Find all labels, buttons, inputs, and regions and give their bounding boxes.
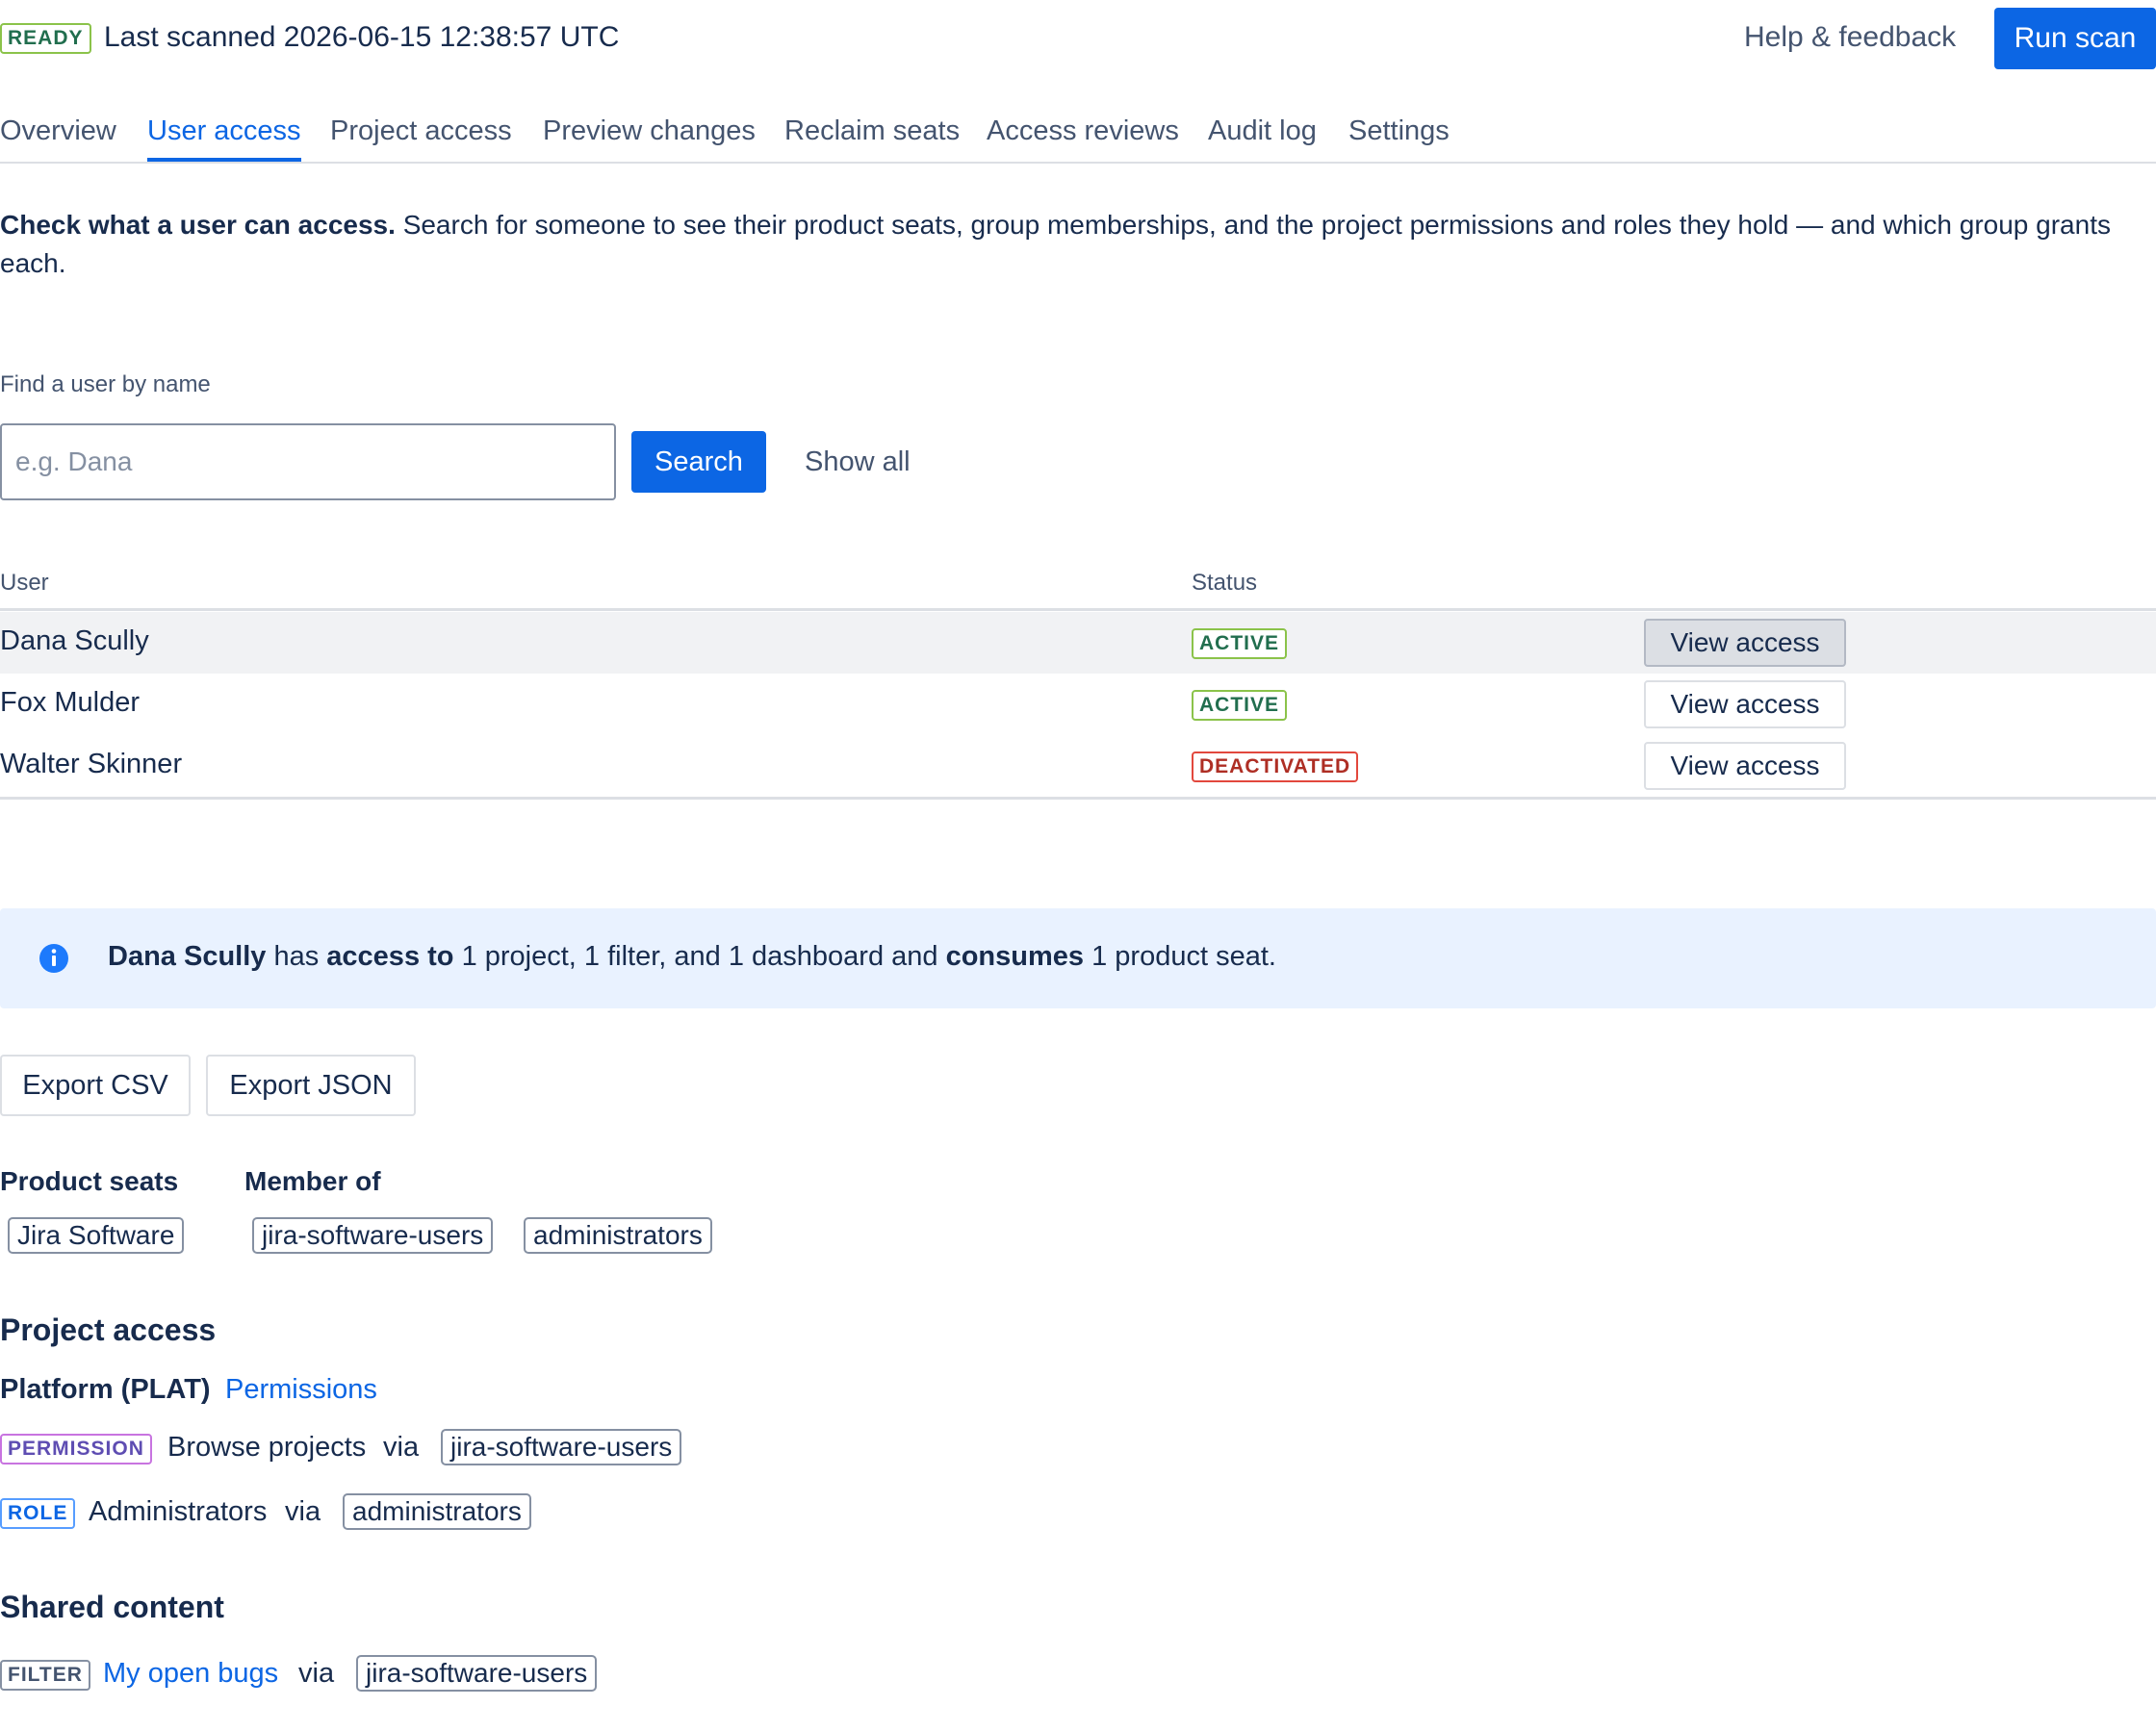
tab-settings[interactable]: Settings: [1348, 114, 1450, 160]
table-row[interactable]: Walter Skinner DEACTIVATED View access: [0, 735, 2156, 797]
last-scanned-text: Last scanned 2026-06-15 12:38:57 UTC: [104, 21, 620, 53]
tab-bar: Overview User access Project access Prev…: [0, 114, 2156, 164]
user-name: Dana Scully: [0, 625, 149, 656]
tab-preview-changes[interactable]: Preview changes: [543, 114, 756, 160]
table-header-divider: [0, 608, 2156, 611]
permission-name: Browse projects: [167, 1432, 367, 1463]
user-name: Walter Skinner: [0, 749, 183, 779]
permission-badge: PERMISSION: [0, 1434, 152, 1465]
show-all-button[interactable]: Show all: [805, 446, 911, 478]
group-chip: administrators: [524, 1217, 712, 1254]
project-access-heading: Project access: [0, 1312, 217, 1347]
export-csv-button[interactable]: Export CSV: [0, 1055, 191, 1116]
column-header-status: Status: [1192, 570, 1258, 596]
summary-user-name: Dana Scully: [108, 941, 267, 972]
table-row[interactable]: Dana Scully ACTIVE View access: [0, 612, 2156, 674]
summary-resources: 1 project, 1 filter, and 1 dashboard and: [461, 941, 938, 972]
access-summary-banner: Dana Scully has access to 1 project, 1 f…: [0, 908, 2156, 1008]
via-text: via: [285, 1496, 321, 1527]
view-access-button[interactable]: View access: [1644, 680, 1846, 728]
table-bottom-divider: [0, 797, 2156, 800]
run-scan-button[interactable]: Run scan: [1994, 8, 2156, 69]
search-button[interactable]: Search: [631, 431, 766, 493]
via-text: via: [298, 1658, 335, 1689]
summary-seats: 1 product seat.: [1091, 941, 1276, 972]
summary-has: has: [273, 941, 320, 972]
tab-access-reviews[interactable]: Access reviews: [987, 114, 1179, 160]
group-chip: jira-software-users: [441, 1429, 682, 1465]
product-seats-heading: Product seats: [0, 1166, 179, 1196]
group-chip: jira-software-users: [252, 1217, 494, 1254]
intro-text: Check what a user can access. Search for…: [0, 206, 2146, 283]
status-badge: ACTIVE: [1192, 628, 1288, 659]
status-badge: DEACTIVATED: [1192, 751, 1359, 782]
filter-link[interactable]: My open bugs: [103, 1658, 278, 1690]
tab-overview[interactable]: Overview: [0, 114, 116, 160]
role-badge: ROLE: [0, 1498, 76, 1529]
summary-consumes: consumes: [945, 941, 1085, 972]
project-name: Platform (PLAT): [0, 1374, 211, 1405]
tab-reclaim-seats[interactable]: Reclaim seats: [784, 114, 960, 160]
shared-content-heading: Shared content: [0, 1590, 224, 1624]
access-summary-text: Dana Scully has access to 1 project, 1 f…: [108, 941, 1276, 973]
user-access-page: READY Last scanned 2026-06-15 12:38:57 U…: [0, 0, 2156, 1732]
help-feedback-link[interactable]: Help & feedback: [1744, 21, 1956, 54]
group-chip: jira-software-users: [356, 1655, 598, 1692]
intro-heading: Check what a user can access.: [0, 210, 396, 240]
filter-badge: FILTER: [0, 1660, 90, 1691]
top-bar: READY Last scanned 2026-06-15 12:38:57 U…: [0, 8, 2156, 69]
via-text: via: [383, 1432, 420, 1463]
product-seat-chip: Jira Software: [8, 1217, 185, 1254]
summary-access-to: access to: [326, 941, 454, 972]
tab-project-access[interactable]: Project access: [330, 114, 512, 160]
table-row[interactable]: Fox Mulder ACTIVE View access: [0, 674, 2156, 735]
search-label: Find a user by name: [0, 371, 211, 397]
user-name: Fox Mulder: [0, 687, 141, 718]
view-access-button[interactable]: View access: [1644, 742, 1846, 790]
status-badge: ACTIVE: [1192, 690, 1288, 721]
column-header-user: User: [0, 570, 49, 596]
role-name: Administrators: [89, 1496, 268, 1527]
user-search-input[interactable]: [0, 423, 616, 500]
export-json-button[interactable]: Export JSON: [206, 1055, 416, 1116]
tab-audit-log[interactable]: Audit log: [1208, 114, 1317, 160]
ready-status-badge: READY: [0, 23, 91, 54]
tab-user-access[interactable]: User access: [147, 114, 301, 162]
member-of-heading: Member of: [244, 1166, 381, 1196]
group-chip: administrators: [343, 1493, 531, 1530]
view-access-button[interactable]: View access: [1644, 619, 1846, 667]
permissions-link[interactable]: Permissions: [225, 1374, 377, 1406]
info-icon: [39, 944, 68, 973]
